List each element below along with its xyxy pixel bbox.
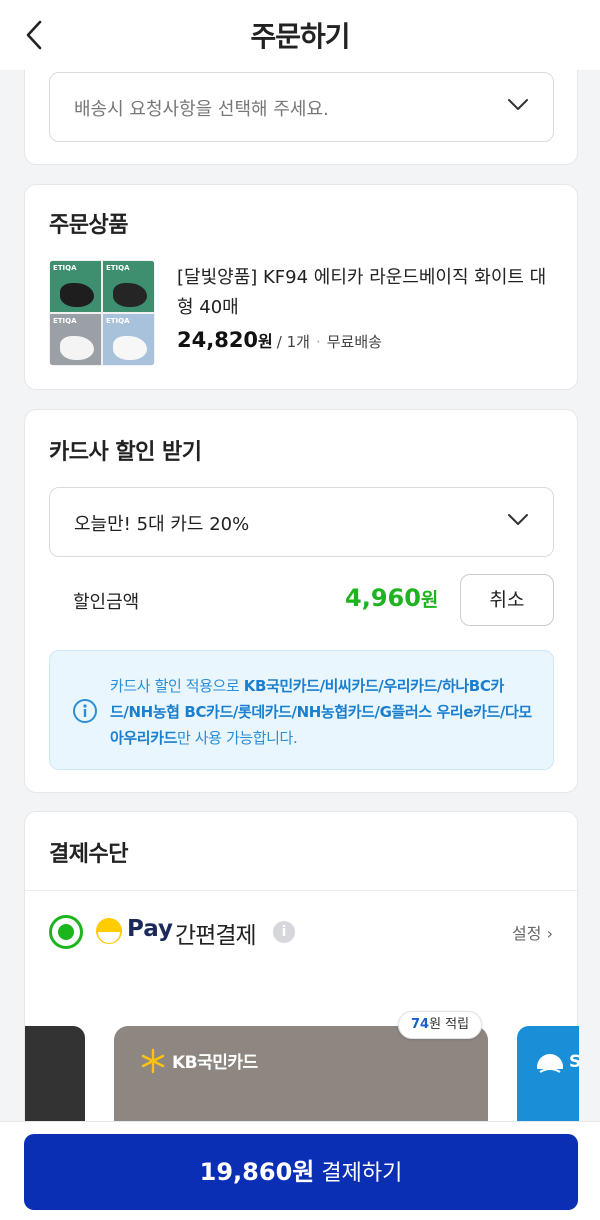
pack-black: ETIQA — [50, 261, 101, 312]
reward-badge: 74원 적립 — [398, 1011, 483, 1039]
cancel-discount-button[interactable]: 취소 — [460, 574, 554, 626]
pay-logo-icon — [96, 918, 122, 944]
discount-amount-label: 할인금액 — [73, 592, 140, 613]
card-discount-select[interactable]: 오늘만! 5대 카드 20% — [49, 487, 554, 557]
discount-amount: 4,960원 — [345, 584, 439, 612]
product-quantity: / 1개 — [276, 333, 310, 351]
pack-white: ETIQA — [50, 314, 101, 365]
chevron-down-icon — [508, 514, 528, 525]
product-price: 24,820 — [177, 328, 259, 352]
pack-black-2: ETIQA — [103, 261, 154, 312]
payment-section-title: 결제수단 — [49, 842, 128, 867]
chevron-down-icon — [508, 99, 528, 110]
help-icon[interactable]: i — [273, 921, 295, 943]
shipping-info: 무료배송 — [326, 333, 382, 351]
next-card-letter: S — [569, 1052, 579, 1072]
product-thumbnail[interactable]: ETIQA ETIQA ETIQA ETIQA — [49, 260, 155, 366]
kb-star-logo-icon — [141, 1048, 165, 1074]
checkout-button[interactable]: 19,860원 결제하기 — [24, 1134, 578, 1210]
divider — [25, 890, 577, 891]
checkout-amount: 19,860원 — [199, 1158, 315, 1186]
easy-pay-label[interactable]: 간편결제 — [175, 916, 257, 950]
delivery-request-placeholder: 배송시 요청사항을 선택해 주세요. — [74, 99, 329, 120]
card-discount-title: 카드사 할인 받기 — [49, 440, 202, 465]
top-header: 주문하기 — [0, 0, 600, 70]
checkout-label: 결제하기 — [321, 1161, 403, 1186]
product-name[interactable]: [달빛양품] KF94 에티카 라운드베이직 화이트 대형 40매 — [177, 263, 557, 323]
pay-brand-word: Pay — [127, 916, 174, 942]
order-product-card: 주문상품 ETIQA ETIQA ETIQA ETIQA [달빛양품] KF94… — [24, 184, 578, 390]
info-icon — [73, 699, 97, 723]
bottom-bar: 19,860원 결제하기 — [0, 1121, 600, 1220]
pack-white-2: ETIQA — [103, 314, 154, 365]
easy-pay-radio[interactable] — [49, 915, 83, 949]
price-row: 24,820원/ 1개 · 무료배송 — [177, 328, 382, 352]
kb-card-name: KB국민카드 — [172, 1053, 258, 1073]
price-unit: 원 — [258, 332, 273, 351]
delivery-request-select[interactable]: 배송시 요청사항을 선택해 주세요. — [49, 72, 554, 142]
card-logo-icon — [537, 1054, 563, 1082]
card-discount-selected: 오늘만! 5대 카드 20% — [74, 514, 250, 535]
discount-notice-box: 카드사 할인 적용으로 KB국민카드/비씨카드/우리카드/하나BC카드/NH농협… — [49, 650, 554, 770]
chevron-right-icon: › — [546, 924, 553, 943]
settings-link[interactable]: 설정 › — [512, 920, 553, 944]
card-discount-card: 카드사 할인 받기 오늘만! 5대 카드 20% 할인금액 4,960원 취소 … — [24, 409, 578, 793]
order-section-title: 주문상품 — [49, 213, 128, 238]
separator-dot: · — [315, 333, 321, 351]
discount-notice-text: 카드사 할인 적용으로 KB국민카드/비씨카드/우리카드/하나BC카드/NH농협… — [110, 677, 532, 747]
page-title: 주문하기 — [250, 20, 350, 53]
